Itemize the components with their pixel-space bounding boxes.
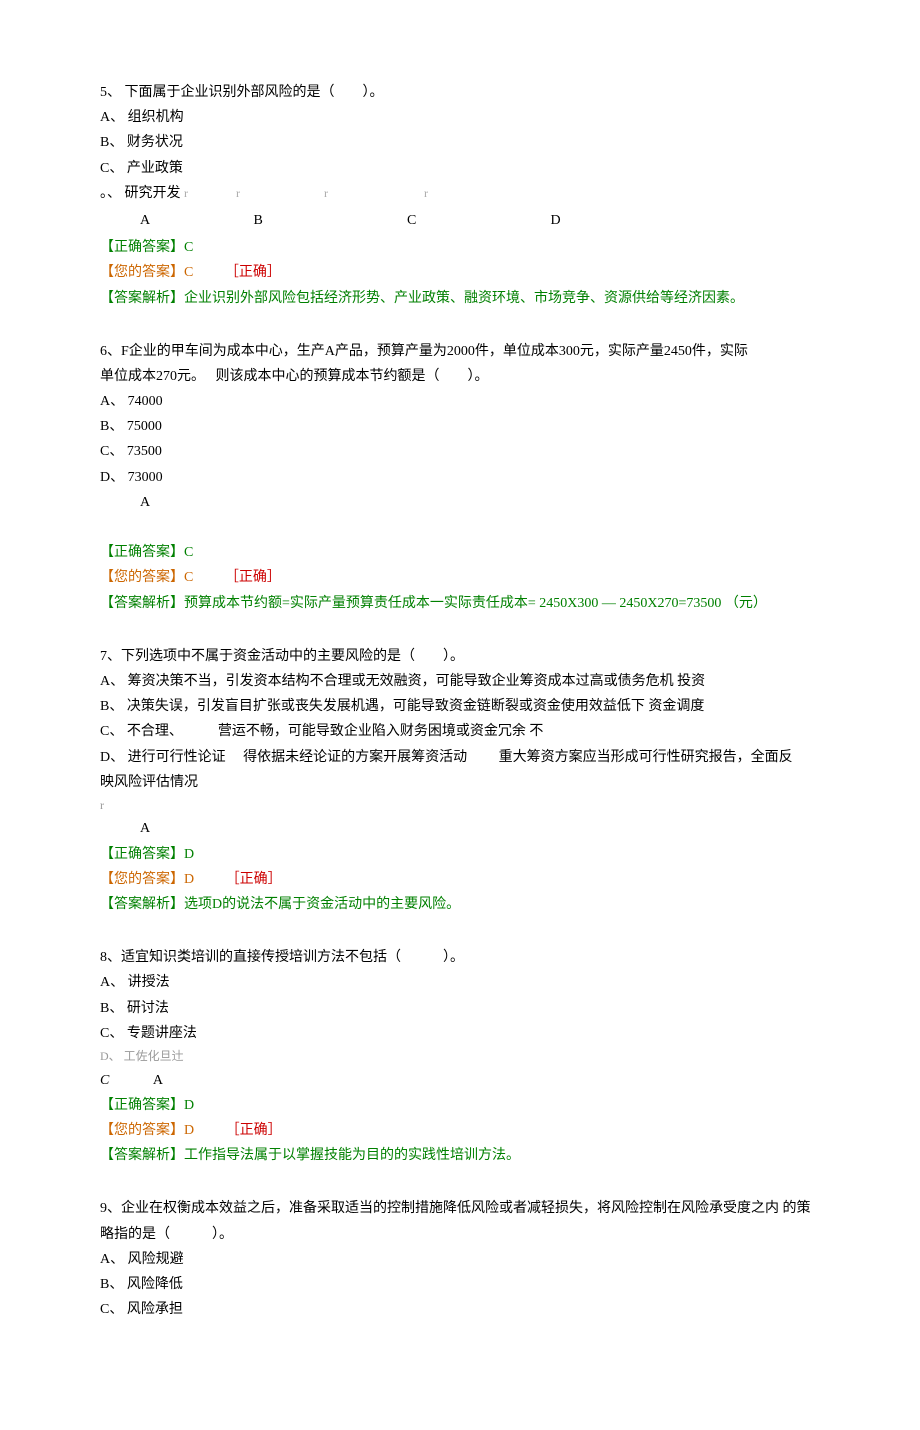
option-c: C、 不合理、 营运不畅，可能导致企业陷入财务困境或资金冗余 不 xyxy=(100,719,820,744)
radio-a[interactable]: A xyxy=(140,208,250,233)
your-answer: 【您的答案】D ［正确］ xyxy=(100,867,820,892)
correct-answer: 【正确答案】D xyxy=(100,842,820,867)
status-correct: ［正确］ xyxy=(225,265,281,280)
option-d-cont: 映风险评估情况 xyxy=(100,770,820,795)
question-stem: 9、企业在权衡成本效益之后，准备采取适当的控制措施降低风险或者减轻损失，将风险控… xyxy=(100,1196,820,1221)
option-a: A、 筹资决策不当，引发资本结构不合理或无效融资，可能导致企业筹资成本过高或债务… xyxy=(100,669,820,694)
question-stem: 略指的是（ ）。 xyxy=(100,1222,820,1247)
option-d: 。、 研究开发 r r r r xyxy=(100,181,820,206)
option-a: A、 组织机构 xyxy=(100,105,820,130)
radio-d[interactable]: D xyxy=(551,208,561,233)
option-a: A、 讲授法 xyxy=(100,970,820,995)
c-letter: C xyxy=(100,1073,109,1088)
question-5: 5、 下面属于企业识别外部风险的是（ ）。 A、 组织机构 B、 财务状况 C、… xyxy=(100,80,820,311)
your-answer: 【您的答案】C ［正确］ xyxy=(100,260,820,285)
radio-a[interactable]: A xyxy=(140,816,820,841)
option-d: D、 进行可行性论证 得依据未经论证的方案开展筹资活动 重大筹资方案应当形成可行… xyxy=(100,745,820,770)
question-stem: 7、下列选项中不属于资金活动中的主要风险的是（ ）。 xyxy=(100,644,820,669)
radio-a[interactable]: A xyxy=(140,490,820,515)
option-c: C、 73500 xyxy=(100,439,820,464)
radio-row: A B C D xyxy=(140,208,820,233)
status-correct: ［正确］ xyxy=(225,570,281,585)
your-answer: 【您的答案】C ［正确］ xyxy=(100,565,820,590)
option-b: B、 75000 xyxy=(100,414,820,439)
question-stem: 单位成本270元。 则该成本中心的预算成本节约额是（ ）。 xyxy=(100,364,820,389)
option-a: A、 74000 xyxy=(100,389,820,414)
question-stem: 5、 下面属于企业识别外部风险的是（ ）。 xyxy=(100,80,820,105)
question-8: 8、适宜知识类培训的直接传授培训方法不包括（ ）。 A、 讲授法 B、 研讨法 … xyxy=(100,945,820,1168)
correct-answer: 【正确答案】C xyxy=(100,235,820,260)
option-b: B、 风险降低 xyxy=(100,1272,820,1297)
option-a: A、 风险规避 xyxy=(100,1247,820,1272)
correct-answer: 【正确答案】C xyxy=(100,540,820,565)
answer-explain: 【答案解析】选项D的说法不属于资金活动中的主要风险。 xyxy=(100,892,820,917)
radio-a[interactable]: A xyxy=(153,1073,163,1088)
status-correct: ［正确］ xyxy=(226,872,282,887)
option-c: C、 产业政策 xyxy=(100,156,820,181)
radio-c[interactable]: C xyxy=(407,208,547,233)
radio-b[interactable]: B xyxy=(254,208,404,233)
question-9: 9、企业在权衡成本效益之后，准备采取适当的控制措施降低风险或者减轻损失，将风险控… xyxy=(100,1196,820,1322)
question-stem: 8、适宜知识类培训的直接传授培训方法不包括（ ）。 xyxy=(100,945,820,970)
question-7: 7、下列选项中不属于资金活动中的主要风险的是（ ）。 A、 筹资决策不当，引发资… xyxy=(100,644,820,917)
question-6: 6、F企业的甲车间为成本中心，生产A产品，预算产量为2000件，单位成本300元… xyxy=(100,339,820,616)
status-correct: ［正确］ xyxy=(226,1123,282,1138)
option-b: B、 财务状况 xyxy=(100,130,820,155)
answer-explain: 【答案解析】预算成本节约额=实际产量预算责任成本一实际责任成本= 2450X30… xyxy=(100,591,820,616)
option-d: D、 工佐化旦辻 xyxy=(100,1046,820,1068)
option-c: C、 专题讲座法 xyxy=(100,1021,820,1046)
correct-answer: 【正确答案】D xyxy=(100,1093,820,1118)
option-d: D、 73000 xyxy=(100,465,820,490)
option-c: C、 风险承担 xyxy=(100,1297,820,1322)
option-b: B、 研讨法 xyxy=(100,996,820,1021)
answer-explain: 【答案解析】企业识别外部风险包括经济形势、产业政策、融资环境、市场竞争、资源供给… xyxy=(100,286,820,311)
answer-explain: 【答案解析】工作指导法属于以掌握技能为目的的实践性培训方法。 xyxy=(100,1143,820,1168)
question-stem: 6、F企业的甲车间为成本中心，生产A产品，预算产量为2000件，单位成本300元… xyxy=(100,339,820,364)
option-b: B、 决策失误，引发盲目扩张或丧失发展机遇，可能导致资金链断裂或资金使用效益低下… xyxy=(100,694,820,719)
your-answer: 【您的答案】D ［正确］ xyxy=(100,1118,820,1143)
